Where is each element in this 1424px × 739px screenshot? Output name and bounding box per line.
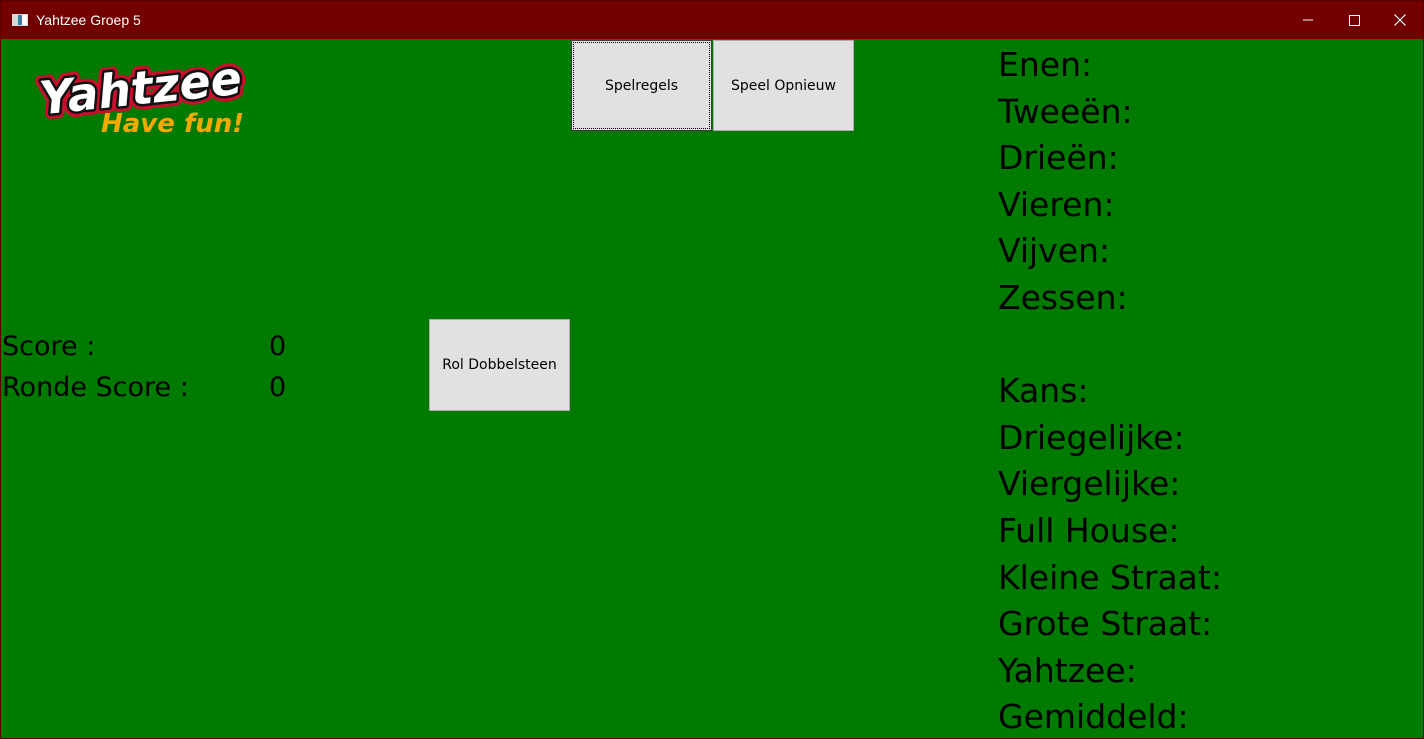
title-bar[interactable]: Yahtzee Groep 5: [1, 1, 1423, 39]
scorecard-spacer: [998, 322, 1222, 369]
scorecard-fours: Vieren:: [998, 184, 1115, 224]
minimize-button[interactable]: [1285, 1, 1331, 39]
close-button[interactable]: [1377, 1, 1423, 39]
scorecard-three-of-a-kind: Driegelijke:: [998, 417, 1185, 457]
scorecard-sixes: Zessen:: [998, 277, 1128, 317]
round-score-value: 0: [269, 372, 287, 403]
logo-tagline: Have fun!: [101, 109, 244, 139]
scorecard-chance: Kans:: [998, 371, 1089, 411]
maximize-button[interactable]: [1331, 1, 1377, 39]
scorecard-ones: Enen:: [998, 45, 1093, 84]
scorecard-threes: Drieën:: [998, 138, 1119, 178]
window-controls: [1285, 1, 1423, 39]
scorecard-small-straight: Kleine Straat:: [998, 557, 1222, 597]
scorecard-fives: Vijven:: [998, 231, 1111, 271]
score-label: Score :: [2, 331, 96, 362]
score-value: 0: [269, 331, 287, 362]
replay-button[interactable]: Speel Opnieuw: [713, 40, 854, 131]
roll-dice-button[interactable]: Rol Dobbelsteen: [429, 319, 570, 411]
app-window: Yahtzee Groep 5 Yahtzee Yahtzee Yahtzee …: [0, 0, 1424, 739]
window-title: Yahtzee Groep 5: [36, 12, 141, 28]
scorecard-large-straight: Grote Straat:: [998, 604, 1213, 644]
close-icon: [1394, 14, 1406, 26]
maximize-icon: [1348, 14, 1360, 26]
scorecard-average: Gemiddeld:: [998, 697, 1189, 737]
scorecard-twos: Tweeën:: [998, 91, 1133, 131]
rules-button[interactable]: Spelregels: [571, 40, 712, 131]
scorecard-four-of-a-kind: Viergelijke:: [998, 464, 1181, 504]
scorecard: Enen: Tweeën: Drieën: Vieren: Vijven: Ze…: [998, 42, 1222, 738]
app-icon: [12, 14, 28, 26]
round-score-label: Ronde Score :: [2, 372, 189, 403]
scorecard-full-house: Full House:: [998, 510, 1180, 550]
yahtzee-logo: Yahtzee Yahtzee Yahtzee Have fun!: [31, 45, 249, 139]
scorecard-yahtzee: Yahtzee:: [998, 650, 1137, 690]
minimize-icon: [1303, 19, 1313, 21]
